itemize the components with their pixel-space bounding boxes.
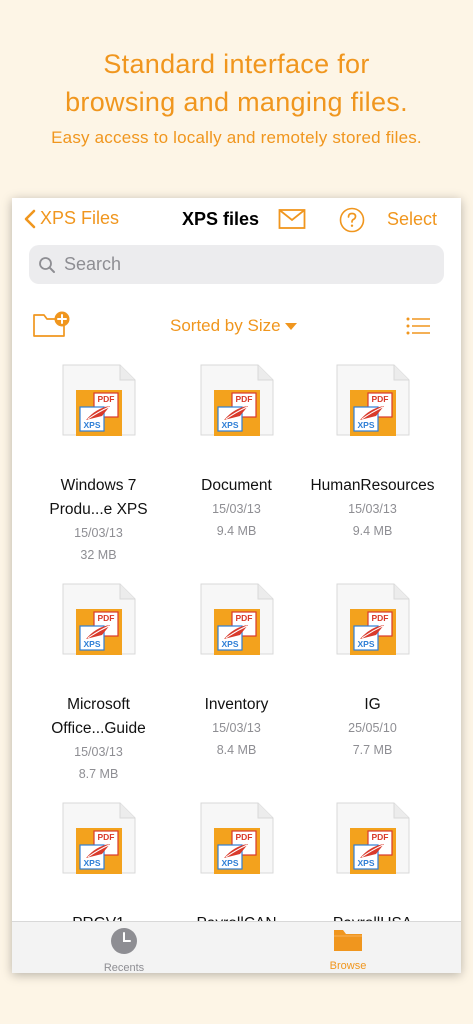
- file-date: 15/03/13: [212, 502, 261, 516]
- caret-down-icon: [284, 322, 297, 330]
- file-date: 15/03/13: [348, 502, 397, 516]
- document-icon: PDF XPS: [62, 583, 136, 655]
- badge-xps-text: XPS: [357, 639, 374, 649]
- xps-pdf-badge-icon: PDF XPS: [75, 390, 122, 436]
- document-icon: PDF XPS: [62, 802, 136, 874]
- xps-pdf-badge-icon: PDF XPS: [75, 609, 122, 655]
- folder-icon: [334, 930, 362, 951]
- document-icon: PDF XPS: [62, 364, 136, 436]
- badge-xps-text: XPS: [221, 858, 238, 868]
- file-item[interactable]: PDFXPSPayrollUSA: [304, 802, 441, 936]
- sort-label: Sorted by Size: [170, 316, 281, 335]
- document-icon: PDF XPS: [336, 802, 410, 874]
- file-date: 15/03/13: [212, 721, 261, 735]
- xps-pdf-badge-icon: PDF XPS: [213, 828, 260, 874]
- badge-pdf-text: PDF: [97, 394, 114, 404]
- folder-add-icon: [33, 311, 70, 337]
- document-icon: PDF XPS: [200, 364, 274, 436]
- xps-pdf-badge-icon: PDF XPS: [349, 828, 396, 874]
- chevron-left-icon: [24, 209, 36, 228]
- badge-xps-text: XPS: [357, 858, 374, 868]
- file-name: IG: [364, 696, 381, 713]
- file-size: 9.4 MB: [352, 524, 393, 538]
- file-name: Windows 7 Produ...e XPS: [49, 477, 148, 518]
- badge-pdf-text: PDF: [97, 832, 114, 842]
- file-item[interactable]: PDF XPS IG 25/05/10 7.7 MB: [304, 583, 441, 761]
- phone-screen: XPS Files XPS files Select Search Sorted…: [12, 198, 461, 973]
- file-item[interactable]: PDF XPS Microsoft Office...Guide 15/03/13 8.…: [30, 583, 167, 785]
- file-item[interactable]: PDF XPS Inventory 15/03/13 8.4 MB: [168, 583, 305, 761]
- file-size: 8.7 MB: [78, 767, 119, 781]
- tab-bar: Recents Browse: [12, 921, 461, 973]
- badge-xps-text: XPS: [357, 420, 374, 430]
- badge-xps-text: XPS: [221, 639, 238, 649]
- navigation-bar: XPS Files XPS files Select: [12, 198, 461, 242]
- tab-recents-label: Recents: [103, 962, 145, 973]
- file-name: Inventory: [204, 696, 269, 713]
- promo-headline-1: Standard interface for: [103, 49, 370, 79]
- promo-headline-2: browsing and manging files.: [65, 87, 408, 117]
- file-item[interactable]: PDF XPS HumanResources 15/03/13 9.4 MB: [304, 364, 441, 542]
- new-folder-button[interactable]: [32, 310, 72, 345]
- xps-pdf-badge-icon: PDF XPS: [213, 609, 260, 655]
- search-bar[interactable]: [29, 245, 444, 284]
- sort-menu-button[interactable]: Sorted by Size: [170, 316, 297, 336]
- file-date: 25/05/10: [348, 721, 397, 735]
- file-name: Document: [201, 477, 272, 494]
- page-title: XPS files: [182, 209, 260, 229]
- list-view-button[interactable]: [406, 317, 432, 340]
- badge-xps-text: XPS: [83, 639, 100, 649]
- tab-browse-label: Browse: [329, 960, 367, 972]
- xps-pdf-badge-icon: PDF XPS: [349, 609, 396, 655]
- browser-toolbar: Sorted by Size: [12, 310, 461, 342]
- file-item[interactable]: PDF XPS Document 15/03/13 9.4 MB: [168, 364, 305, 542]
- list-icon: [406, 317, 430, 335]
- help-button[interactable]: [339, 207, 365, 238]
- file-item[interactable]: PDFXPSPayrollCAN: [168, 802, 305, 936]
- question-mark-icon: [339, 207, 365, 233]
- badge-xps-text: XPS: [221, 420, 238, 430]
- document-icon: PDF XPS: [336, 583, 410, 655]
- tab-browse[interactable]: Browse: [288, 927, 408, 972]
- file-size: 7.7 MB: [352, 743, 393, 757]
- badge-pdf-text: PDF: [97, 613, 114, 623]
- file-size: 8.4 MB: [216, 743, 257, 757]
- file-date: 15/03/13: [74, 526, 123, 540]
- document-icon: PDF XPS: [200, 583, 274, 655]
- file-size: 9.4 MB: [216, 524, 257, 538]
- document-icon: PDF XPS: [336, 364, 410, 436]
- back-button[interactable]: XPS Files: [24, 208, 119, 229]
- file-name: Microsoft Office...Guide: [51, 696, 146, 737]
- clock-icon: [111, 928, 137, 954]
- tab-recents[interactable]: Recents: [64, 927, 184, 973]
- file-item[interactable]: PDFXPSPRGV1: [30, 802, 167, 936]
- file-item[interactable]: PDF XPS Windows 7 Produ...e XPS 15/03/13 32 …: [30, 364, 167, 566]
- search-icon: [39, 256, 55, 273]
- badge-pdf-text: PDF: [235, 613, 252, 623]
- badge-pdf-text: PDF: [235, 394, 252, 404]
- xps-pdf-badge-icon: PDF XPS: [75, 828, 122, 874]
- badge-pdf-text: PDF: [371, 394, 388, 404]
- file-date: 15/03/13: [74, 745, 123, 759]
- select-button[interactable]: Select: [387, 209, 437, 230]
- badge-pdf-text: PDF: [371, 613, 388, 623]
- badge-pdf-text: PDF: [371, 832, 388, 842]
- badge-pdf-text: PDF: [235, 832, 252, 842]
- badge-xps-text: XPS: [83, 420, 100, 430]
- document-icon: PDF XPS: [200, 802, 274, 874]
- xps-pdf-badge-icon: PDF XPS: [213, 390, 260, 436]
- envelope-icon: [278, 209, 306, 229]
- promo-subtitle: Easy access to locally and remotely stor…: [51, 128, 422, 147]
- badge-xps-text: XPS: [83, 858, 100, 868]
- xps-pdf-badge-icon: PDF XPS: [349, 390, 396, 436]
- file-name: HumanResources: [310, 477, 435, 494]
- search-input[interactable]: [62, 253, 426, 276]
- mail-button[interactable]: [278, 208, 306, 235]
- file-size: 32 MB: [80, 548, 117, 562]
- back-label: XPS Files: [40, 208, 120, 228]
